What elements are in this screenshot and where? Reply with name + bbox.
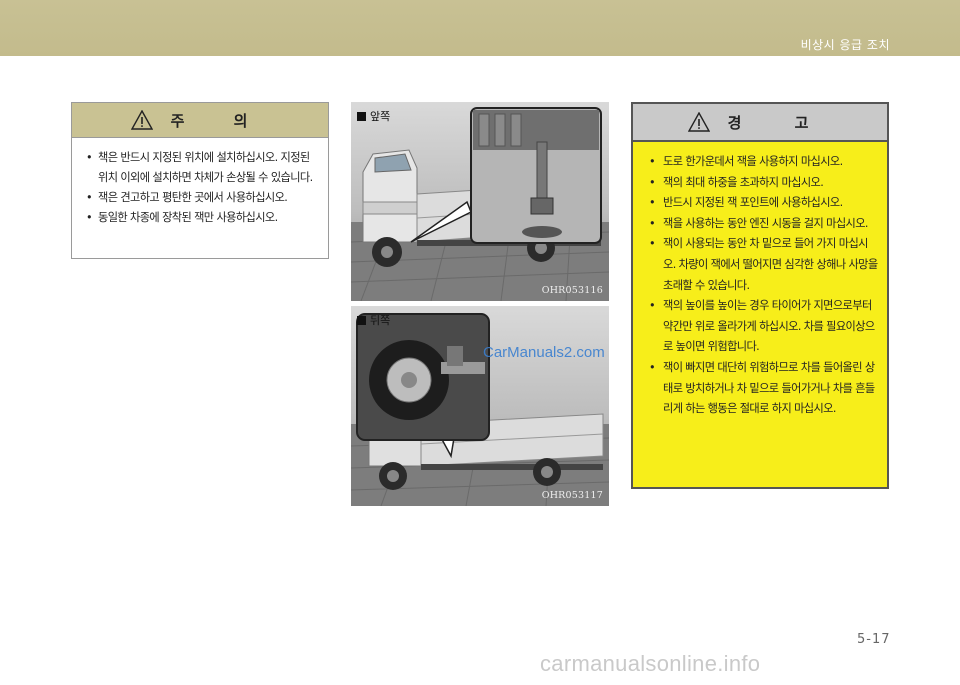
square-bullet-icon: [357, 315, 366, 325]
photo-label-front-text: 앞쪽: [370, 110, 391, 123]
page-number: 5-17: [857, 632, 891, 647]
photo-code-rear: OHR053117: [541, 490, 603, 501]
warning-item: 반드시 지정된 잭 포인트에 사용하십시오.: [649, 193, 879, 214]
caution-item: 잭은 견고하고 평탄한 곳에서 사용하십시오.: [86, 188, 318, 208]
truck-front-illustration: [351, 107, 609, 301]
warning-triangle-icon: [130, 110, 153, 130]
front-jack-photo: 앞쪽 OHR053116: [351, 102, 609, 301]
warning-item: 잭을 사용하는 동안 엔진 시동을 걸지 마십시오.: [649, 214, 879, 235]
photo-label-rear: 뒤쪽: [357, 312, 390, 328]
truck-rear-illustration: [351, 313, 609, 506]
warning-item: 도로 한가운데서 잭을 사용하지 마십시오.: [649, 152, 879, 173]
rear-jack-photo: 뒤쪽 OHR053117: [351, 306, 609, 506]
warning-item: 잭의 최대 하중을 초과하지 마십시오.: [649, 173, 879, 194]
photo-label-front: 앞쪽: [357, 108, 390, 124]
caution-list: 책은 반드시 지정된 위치에 설치하십시오. 지정된 위치 이외에 설치하면 차…: [72, 138, 328, 228]
caution-item: 책은 반드시 지정된 위치에 설치하십시오. 지정된 위치 이외에 설치하면 차…: [86, 148, 318, 188]
warning-item: 잭이 빠지면 대단히 위험하므로 차를 들어올린 상태로 방치하거나 차 밑으로…: [649, 358, 879, 420]
warning-header: 경 고: [633, 104, 887, 142]
photo-code-front: OHR053116: [541, 285, 603, 296]
photo-label-rear-text: 뒤쪽: [370, 314, 391, 327]
caution-title: 주 의: [170, 111, 270, 130]
warning-item: 잭의 높이를 높이는 경우 타이어가 지면으로부터 약간만 위로 올라가게 하십…: [649, 296, 879, 358]
warning-title: 경 고: [727, 113, 833, 132]
warning-item: 잭이 사용되는 동안 차 밑으로 들어 가지 마십시오. 차량이 잭에서 떨어지…: [649, 234, 879, 296]
warning-triangle-icon: [687, 112, 710, 132]
header-band: 비상시 응급 조치: [0, 0, 960, 56]
caution-box: 주 의 책은 반드시 지정된 위치에 설치하십시오. 지정된 위치 이외에 설치…: [71, 102, 329, 259]
carmanuals-watermark: CarManuals2.com: [483, 344, 605, 361]
caution-item: 동일한 차종에 장착된 잭만 사용하십시오.: [86, 208, 318, 228]
warning-box: 경 고 도로 한가운데서 잭을 사용하지 마십시오. 잭의 최대 하중을 초과하…: [631, 102, 889, 489]
warning-list: 도로 한가운데서 잭을 사용하지 마십시오. 잭의 최대 하중을 초과하지 마십…: [633, 142, 887, 420]
caution-header: 주 의: [72, 103, 328, 138]
footer-watermark: carmanualsonline.info: [540, 651, 761, 676]
section-title: 비상시 응급 조치: [800, 38, 890, 52]
square-bullet-icon: [357, 111, 366, 121]
